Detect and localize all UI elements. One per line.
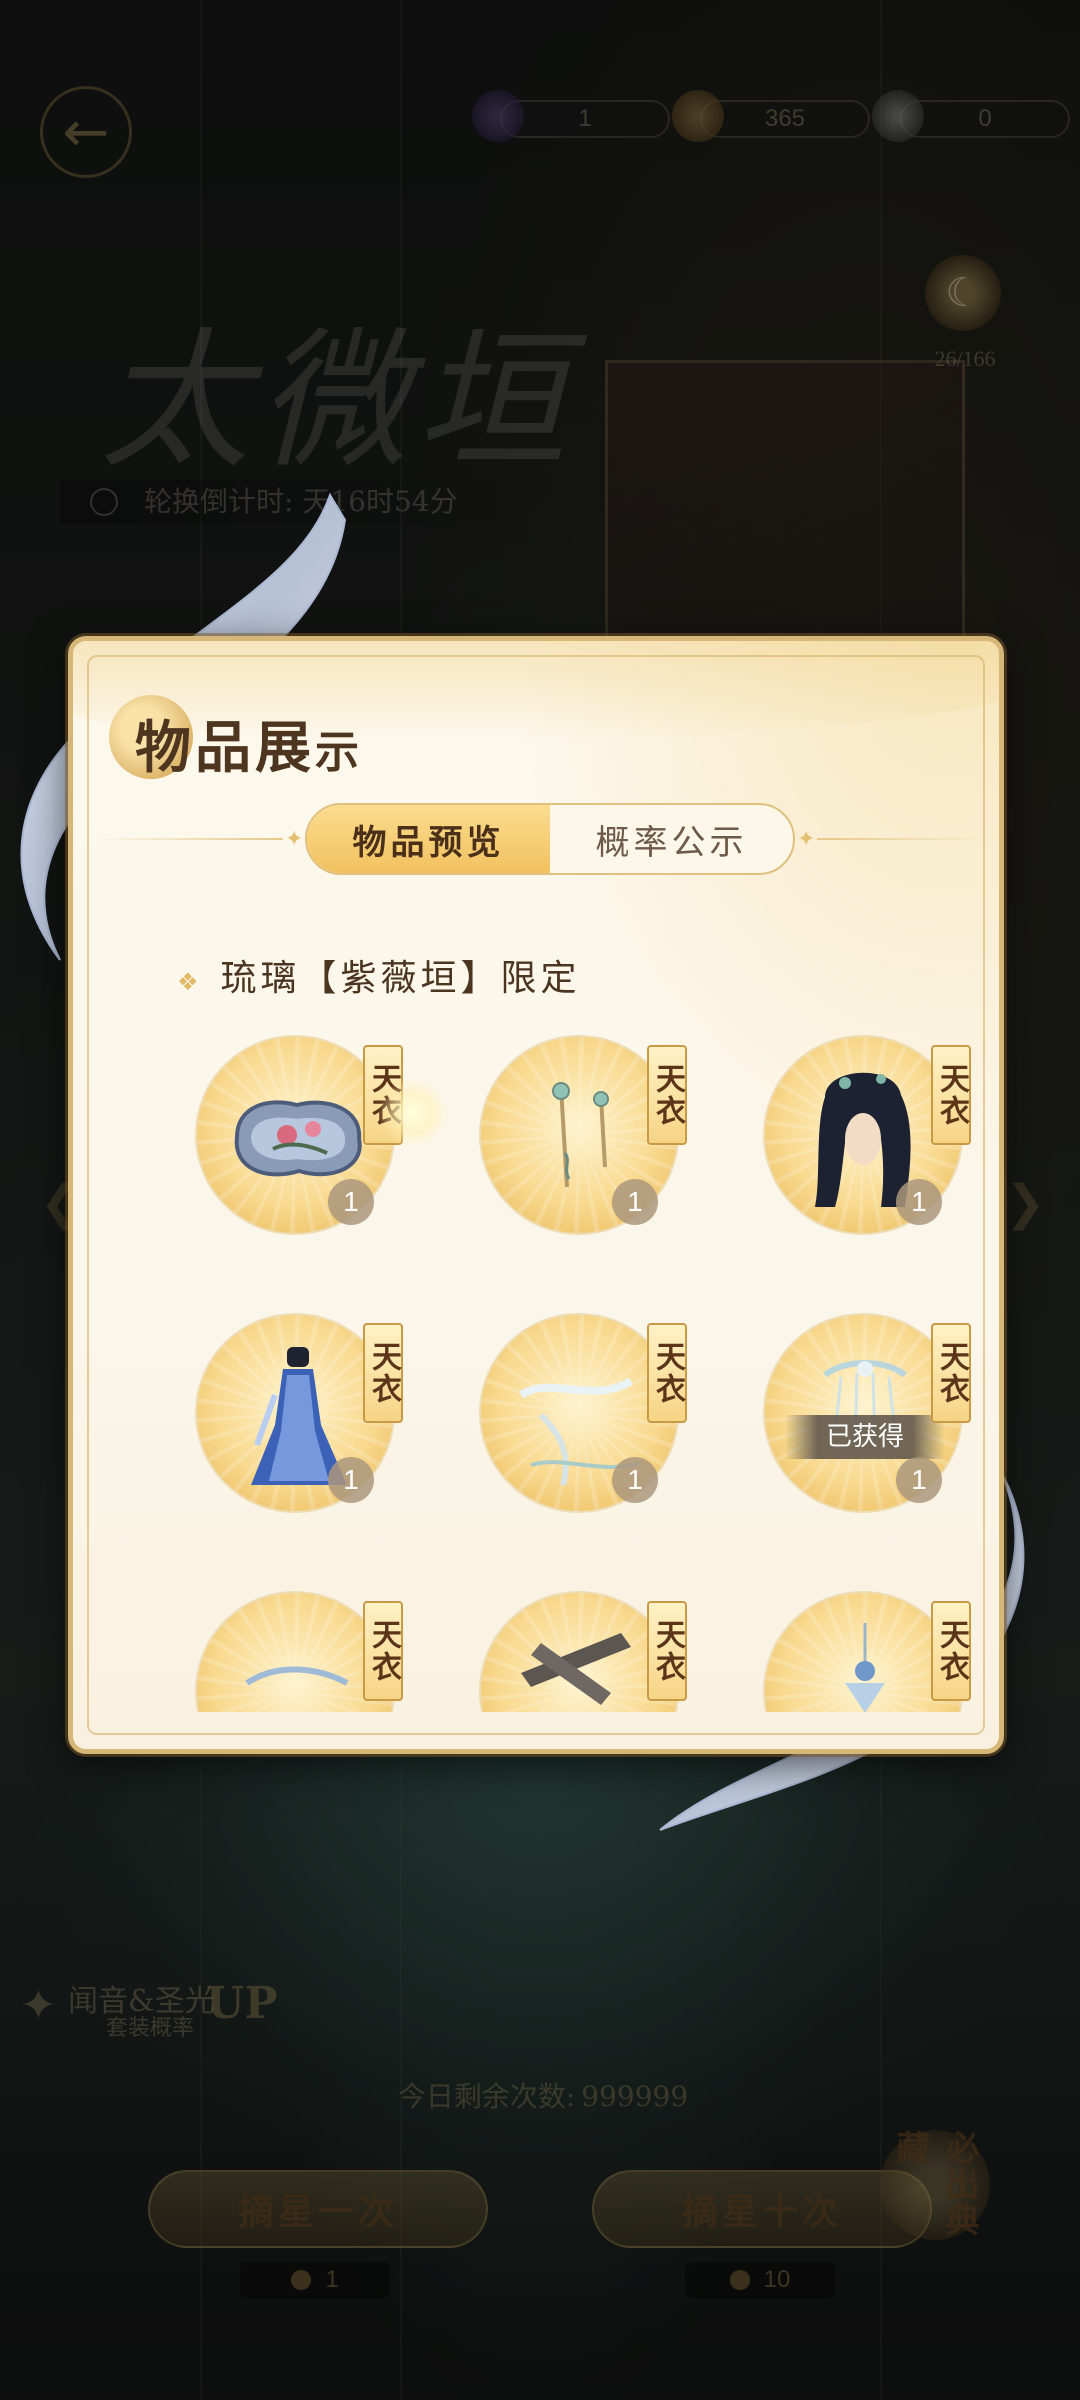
item-count: 1 bbox=[896, 1179, 942, 1225]
modal-title-main: 物品展 bbox=[135, 715, 315, 781]
item-card[interactable]: 已获得 天衣 1 bbox=[763, 1313, 973, 1523]
item-count: 1 bbox=[612, 1179, 658, 1225]
item-card[interactable]: 天衣 1 bbox=[195, 1313, 405, 1523]
tianyi-rarity-badge: 天衣 bbox=[363, 1601, 403, 1701]
tianyi-rarity-badge: 天衣 bbox=[647, 1601, 687, 1701]
sparkle-glow-icon bbox=[378, 1078, 448, 1148]
diamond-icon: ❖ bbox=[177, 968, 203, 996]
tianyi-rarity-badge: 天衣 bbox=[647, 1323, 687, 1423]
jewel-pendant-icon bbox=[845, 1623, 885, 1712]
item-count: 1 bbox=[896, 1457, 942, 1503]
item-card[interactable]: 天衣 1 bbox=[479, 1313, 689, 1523]
tianyi-rarity-badge: 天衣 bbox=[363, 1323, 403, 1423]
section-title: 琉璃【紫薇垣】限定 bbox=[220, 958, 581, 999]
obtained-label: 已获得 bbox=[785, 1415, 945, 1459]
tianyi-rarity-badge: 天衣 bbox=[931, 1601, 971, 1701]
tianyi-rarity-badge: 天衣 bbox=[931, 1323, 971, 1423]
tianyi-rarity-badge: 天衣 bbox=[931, 1045, 971, 1145]
modal-tabs: 物品预览 概率公示 bbox=[305, 803, 795, 875]
item-card[interactable]: 天衣 bbox=[195, 1591, 405, 1712]
tab-divider-left bbox=[93, 838, 283, 840]
tianyi-rarity-badge: 天衣 bbox=[647, 1045, 687, 1145]
item-count: 1 bbox=[612, 1457, 658, 1503]
item-showcase-modal: 物品展示 ✦ ✦ 物品预览 概率公示 ❖ 琉璃【紫薇垣】限定 天衣 1 bbox=[68, 636, 1004, 1754]
item-card[interactable]: 天衣 1 bbox=[479, 1035, 689, 1245]
item-count: 1 bbox=[328, 1457, 374, 1503]
blue-accessory-icon bbox=[245, 1666, 349, 1686]
modal-title-tail: 示 bbox=[315, 727, 363, 778]
item-card[interactable]: 天衣 1 bbox=[763, 1035, 973, 1245]
dark-branches-icon bbox=[521, 1633, 631, 1705]
diamond-icon: ✦ bbox=[797, 827, 816, 852]
item-grid: 天衣 1 天衣 1 bbox=[103, 1017, 983, 1712]
modal-title: 物品展示 bbox=[135, 703, 363, 784]
tab-item-preview[interactable]: 物品预览 bbox=[307, 805, 550, 873]
tab-divider-right bbox=[817, 838, 987, 840]
item-count: 1 bbox=[328, 1179, 374, 1225]
item-card[interactable]: 天衣 bbox=[479, 1591, 689, 1712]
section-header: ❖ 琉璃【紫薇垣】限定 bbox=[177, 949, 581, 1001]
item-card[interactable]: 天衣 1 bbox=[195, 1035, 405, 1245]
item-card[interactable]: 天衣 bbox=[763, 1591, 973, 1712]
tab-probability[interactable]: 概率公示 bbox=[550, 805, 793, 873]
diamond-icon: ✦ bbox=[285, 827, 304, 852]
